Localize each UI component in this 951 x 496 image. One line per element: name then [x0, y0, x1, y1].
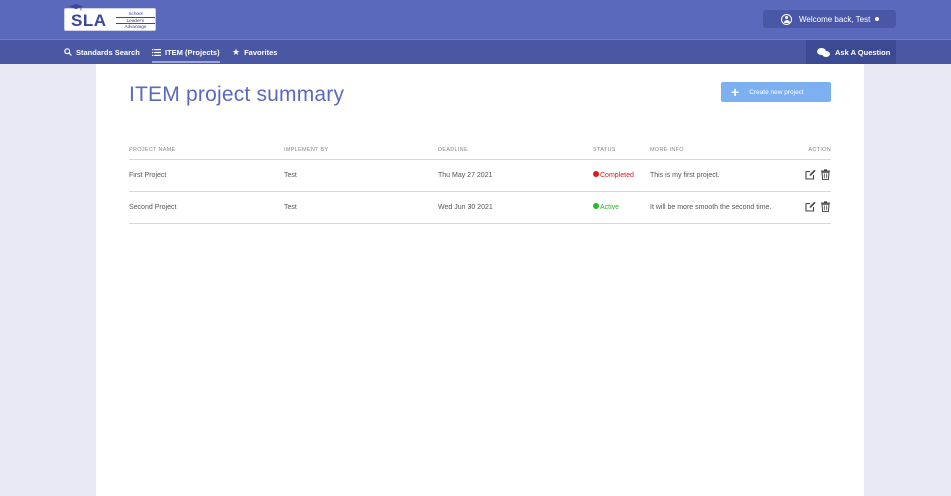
- main-content: ITEM project summary + Create new projec…: [96, 64, 864, 496]
- list-icon: [152, 48, 161, 56]
- project-name: First Project: [129, 159, 284, 192]
- trash-icon[interactable]: [820, 168, 831, 180]
- page-title: ITEM project summary: [129, 83, 345, 106]
- status-dot-icon: [593, 203, 599, 209]
- user-menu-button[interactable]: Welcome back, Test: [763, 10, 896, 28]
- column-header-implement-by: IMPLEMENT BY: [284, 142, 438, 160]
- sla-logo[interactable]: SLA School Leader's Advantage: [64, 4, 156, 31]
- column-header-more-info: MORE INFO: [650, 142, 801, 160]
- column-header-project-name: PROJECT NAME: [129, 142, 284, 160]
- edit-icon[interactable]: [805, 201, 816, 212]
- more-info: This is my first project.: [650, 159, 801, 192]
- trash-icon[interactable]: [820, 200, 831, 212]
- project-name: Second Project: [129, 191, 284, 224]
- nav-bar: Standards Search ITEM (Projects) ★ Favor…: [0, 39, 951, 64]
- deadline: Thu May 27 2021: [438, 159, 593, 192]
- plus-icon: +: [731, 83, 740, 100]
- logo-subtitle: School Leader's Advantage: [116, 11, 155, 30]
- edit-icon[interactable]: [805, 169, 816, 180]
- deadline: Wed Jun 30 2021: [438, 191, 593, 224]
- table-row: First Project Test Thu May 27 2021 Compl…: [129, 159, 831, 192]
- status-badge: Completed: [593, 159, 650, 192]
- column-header-deadline: DEADLINE: [438, 142, 593, 160]
- top-header: SLA School Leader's Advantage Welcome ba…: [0, 0, 951, 39]
- dropdown-dot-icon: [875, 17, 880, 21]
- star-icon: ★: [232, 46, 241, 57]
- graduation-cap-icon: [69, 4, 83, 11]
- nav-item-favorites[interactable]: ★ Favorites: [232, 40, 277, 64]
- create-project-button[interactable]: + Create new project: [721, 82, 831, 102]
- welcome-text: Welcome back, Test: [799, 14, 871, 24]
- implement-by: Test: [284, 159, 438, 192]
- logo-text: SLA: [71, 11, 107, 30]
- search-icon: [64, 48, 72, 56]
- chat-bubbles-icon: [817, 47, 830, 57]
- user-icon: [781, 13, 792, 25]
- status-badge: Active: [593, 191, 650, 224]
- projects-table: PROJECT NAME IMPLEMENT BY DEADLINE STATU…: [129, 142, 831, 224]
- column-header-action: ACTION: [801, 142, 831, 160]
- row-actions: [801, 159, 831, 192]
- table-row: Second Project Test Wed Jun 30 2021 Acti…: [129, 191, 831, 224]
- more-info: It will be more smooth the second time.: [650, 191, 801, 224]
- implement-by: Test: [284, 191, 438, 224]
- active-tab-indicator: [152, 61, 220, 63]
- row-actions: [801, 191, 831, 224]
- nav-item-projects[interactable]: ITEM (Projects): [152, 40, 220, 64]
- nav-item-standards-search[interactable]: Standards Search: [64, 40, 140, 64]
- column-header-status: STATUS: [593, 142, 650, 160]
- ask-question-button[interactable]: Ask A Question: [806, 40, 896, 64]
- table-header-row: PROJECT NAME IMPLEMENT BY DEADLINE STATU…: [129, 142, 831, 160]
- status-dot-icon: [593, 171, 599, 177]
